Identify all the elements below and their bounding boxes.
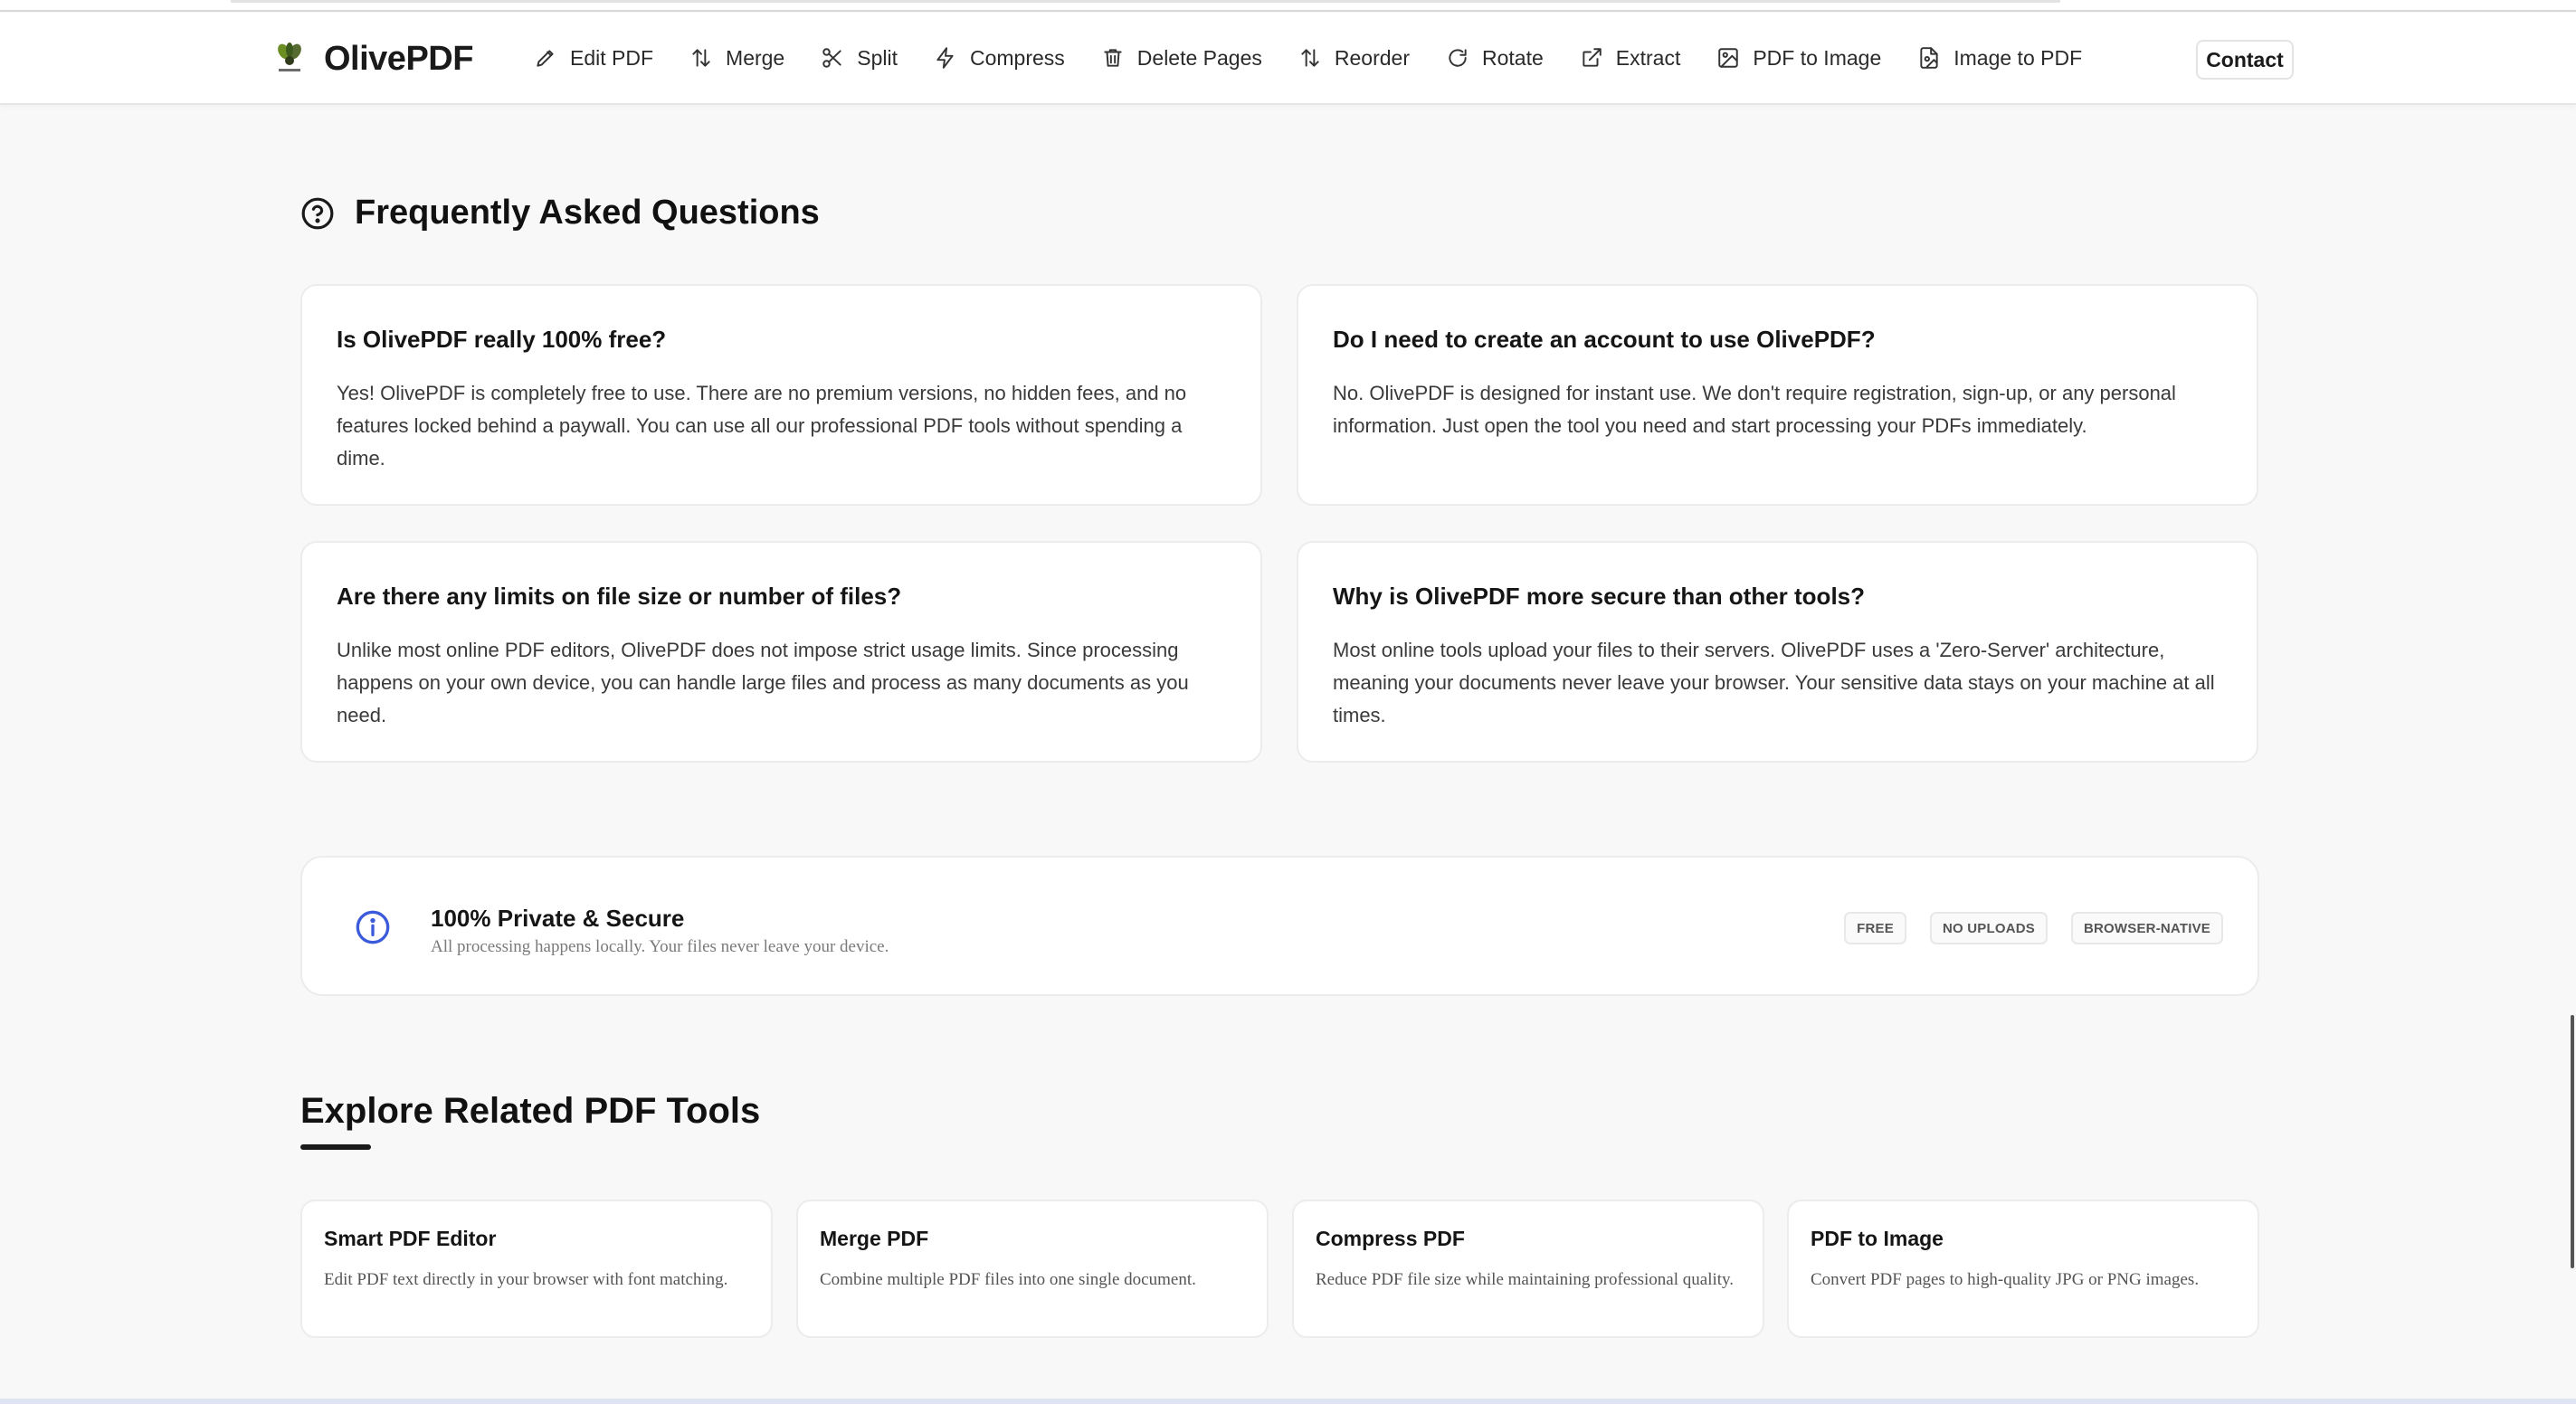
question-circle-icon <box>301 197 334 229</box>
tool-name: Compress PDF <box>1316 1227 1465 1250</box>
tool-description: Combine multiple PDF files into one sing… <box>820 1270 1196 1289</box>
tool-name: Smart PDF Editor <box>324 1227 497 1250</box>
faq-card: Why is OlivePDF more secure than other t… <box>1297 541 2258 763</box>
olive-logo-icon <box>278 43 301 71</box>
info-icon <box>356 910 390 944</box>
nav-split[interactable]: Split <box>821 46 898 71</box>
nav-label: Compress <box>969 45 1065 70</box>
nav-label: Rotate <box>1482 45 1544 70</box>
external-link-icon <box>1583 48 1602 67</box>
faq-question: Is OlivePDF really 100% free? <box>337 326 667 353</box>
image-icon <box>1718 48 1739 68</box>
faq-question: Why is OlivePDF more secure than other t… <box>1333 583 1866 610</box>
nav-label: Split <box>857 45 898 70</box>
scissors-icon <box>822 48 841 68</box>
bolt-icon <box>936 47 954 69</box>
tool-card-merge-pdf[interactable]: Merge PDF Combine multiple PDF files int… <box>796 1200 1269 1338</box>
faq-answer: Most online tools upload your files to t… <box>1333 639 2215 726</box>
file-image-icon <box>1920 47 1938 69</box>
nav-delete-pages[interactable]: Delete Pages <box>1101 46 1262 71</box>
faq-answer: Yes! OlivePDF is completely free to use.… <box>337 382 1187 470</box>
tool-description: Convert PDF pages to high-quality JPG or… <box>1811 1270 2200 1289</box>
nav-reorder[interactable]: Reorder <box>1298 46 1410 71</box>
tool-description: Reduce PDF file size while maintaining p… <box>1316 1270 1735 1289</box>
nav-compress[interactable]: Compress <box>934 46 1065 71</box>
pencil-icon <box>537 50 554 67</box>
page-scrollbar[interactable] <box>2571 1015 2574 1268</box>
tool-name: Merge PDF <box>820 1227 929 1250</box>
title-underline <box>300 1144 371 1150</box>
trash-icon <box>1104 49 1122 67</box>
faq-question: Do I need to create an account to use Ol… <box>1333 326 1876 353</box>
nav-extract[interactable]: Extract <box>1580 45 1681 71</box>
privacy-title: 100% Private & Secure <box>431 905 685 932</box>
nav-image-to-pdf[interactable]: Image to PDF <box>1917 46 2082 71</box>
tool-card-pdf-to-image[interactable]: PDF to Image Convert PDF pages to high-q… <box>1787 1200 2259 1338</box>
nav-label: Extract <box>1615 45 1681 70</box>
badge-browser-native: BROWSER-NATIVE <box>2070 912 2223 944</box>
contact-button[interactable]: Contact <box>2196 40 2294 80</box>
nav-label: Image to PDF <box>1953 45 2083 70</box>
nav-label: Edit PDF <box>570 45 654 70</box>
badge-free: FREE <box>1844 912 1906 944</box>
brand-link[interactable]: OlivePDF <box>271 39 473 78</box>
nav-label: Merge <box>726 45 785 70</box>
arrows-updown-icon <box>1301 49 1319 67</box>
bottom-edge <box>0 1399 2576 1404</box>
main-nav: Edit PDF Merge Split Compress Delete Pag… <box>534 40 2118 76</box>
nav-pdf-to-image[interactable]: PDF to Image <box>1716 46 1881 71</box>
privacy-banner: 100% Private & Secure All processing hap… <box>300 856 2259 996</box>
nav-edit-pdf[interactable]: Edit PDF <box>534 46 653 71</box>
nav-rotate[interactable]: Rotate <box>1446 46 1544 71</box>
faq-answer: Unlike most online PDF editors, OlivePDF… <box>337 639 1189 726</box>
faq-title: Frequently Asked Questions <box>355 194 820 232</box>
tool-card-smart-pdf-editor[interactable]: Smart PDF Editor Edit PDF text directly … <box>300 1200 773 1338</box>
faq-card: Do I need to create an account to use Ol… <box>1297 284 2258 506</box>
nav-label: PDF to Image <box>1753 45 1882 70</box>
navbar: OlivePDF Edit PDF Merge Split Compress D… <box>0 13 2576 105</box>
faq-card: Is OlivePDF really 100% free? Yes! Olive… <box>300 284 1262 506</box>
privacy-badges: FREE NO UPLOADS BROWSER-NATIVE <box>1820 912 2223 944</box>
tool-name: PDF to Image <box>1811 1227 1944 1250</box>
nav-merge[interactable]: Merge <box>689 46 784 71</box>
related-tools-title: Explore Related PDF Tools <box>300 1091 761 1131</box>
page: OlivePDF Edit PDF Merge Split Compress D… <box>0 0 2576 1404</box>
nav-label: Delete Pages <box>1136 45 1262 70</box>
tool-card-compress-pdf[interactable]: Compress PDF Reduce PDF file size while … <box>1292 1200 1764 1338</box>
badge-no-uploads: NO UPLOADS <box>1929 912 2048 944</box>
browser-top-strip <box>0 0 2576 12</box>
brand-name: OlivePDF <box>324 39 473 78</box>
tool-description: Edit PDF text directly in your browser w… <box>324 1270 728 1289</box>
faq-question: Are there any limits on file size or num… <box>337 583 902 610</box>
faq-answer: No. OlivePDF is designed for instant use… <box>1333 382 2176 437</box>
nav-label: Reorder <box>1334 45 1410 70</box>
arrows-updown-icon <box>692 49 710 67</box>
privacy-subtitle: All processing happens locally. Your fil… <box>431 937 889 956</box>
faq-heading: Frequently Asked Questions <box>300 194 820 232</box>
faq-card: Are there any limits on file size or num… <box>300 541 1262 763</box>
rotate-icon <box>1449 49 1467 67</box>
